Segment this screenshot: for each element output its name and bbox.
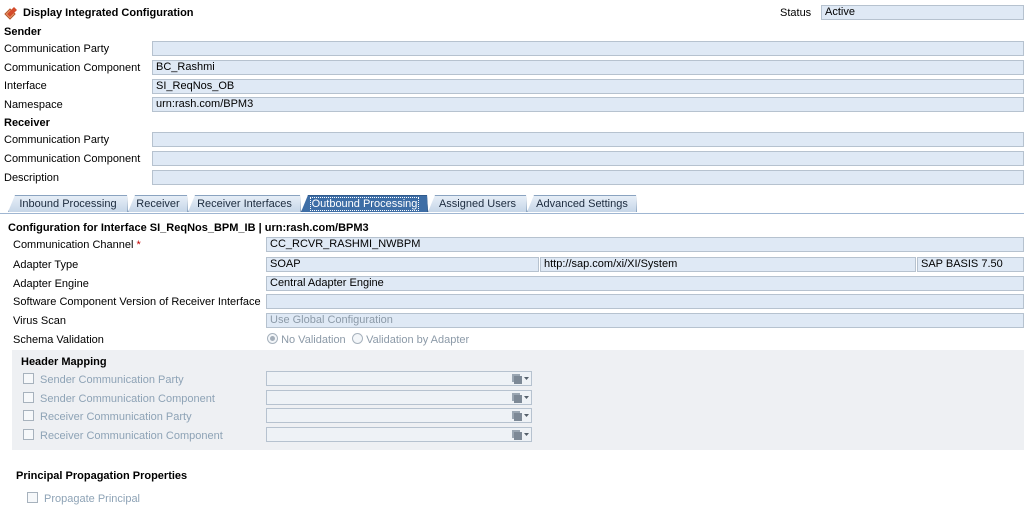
virus-scan-field[interactable]: Use Global Configuration [266,313,1024,328]
sender-component-label: Communication Component [4,62,141,74]
value-help-icon [512,430,529,440]
adapter-engine-label: Adapter Engine [13,278,89,290]
value-help-icon [512,393,529,403]
hm-receiver-party-select[interactable] [266,408,532,423]
display-pencil-icon [4,7,17,20]
swcv-label: Software Component Version of Receiver I… [13,296,261,308]
principal-propagation-title: Principal Propagation Properties [16,470,188,482]
receiver-party-field[interactable] [152,132,1024,147]
window-title: Display Integrated Configuration [4,5,194,21]
adapter-type-label: Adapter Type [13,259,79,271]
radio-unselected-icon [352,333,363,344]
hm-sender-party-select[interactable] [266,371,532,386]
value-help-icon [512,374,529,384]
header-mapping-title: Header Mapping [21,356,107,368]
adapter-swcv-field: SAP BASIS 7.50 [917,257,1024,272]
value-help-icon [512,411,529,421]
channel-label: Communication Channel * [13,239,141,251]
swcv-field[interactable] [266,294,1024,309]
tab-outbound-processing[interactable]: Outbound Processing [301,195,428,212]
checkbox-icon [23,373,34,384]
radio-validation-by-adapter[interactable]: Validation by Adapter [352,333,469,346]
config-title: Configuration for Interface SI_ReqNos_BP… [8,222,369,234]
checkbox-icon [23,429,34,440]
sender-heading: Sender [4,26,42,38]
adapter-engine-field[interactable]: Central Adapter Engine [266,276,1024,291]
tab-assigned-users[interactable]: Assigned Users [428,195,527,212]
tab-receiver[interactable]: Receiver [128,195,188,212]
virus-scan-label: Virus Scan [13,315,66,327]
sender-party-label: Communication Party [4,43,110,55]
required-marker: * [136,239,141,251]
description-label: Description [4,172,60,184]
receiver-heading: Receiver [4,117,50,129]
hm-sender-component-select[interactable] [266,390,532,405]
sender-component-field[interactable]: BC_Rashmi [152,60,1024,75]
description-field[interactable] [152,170,1024,185]
radio-selected-icon [267,333,278,344]
hm-sender-party-checkbox[interactable]: Sender Communication Party [23,373,184,386]
checkbox-icon [23,410,34,421]
adapter-namespace-field: http://sap.com/xi/XI/System [540,257,916,272]
checkbox-icon [23,392,34,403]
sender-namespace-label: Namespace [4,99,63,111]
status-label: Status [780,7,812,19]
tab-inbound-processing[interactable]: Inbound Processing [8,195,128,212]
hm-sender-component-checkbox[interactable]: Sender Communication Component [23,392,215,405]
sender-interface-field[interactable]: SI_ReqNos_OB [152,79,1024,94]
hm-receiver-party-checkbox[interactable]: Receiver Communication Party [23,410,192,423]
propagate-principal-checkbox[interactable]: Propagate Principal [27,492,140,505]
page-title: Display Integrated Configuration [23,7,194,19]
sender-namespace-field[interactable]: urn:rash.com/BPM3 [152,97,1024,112]
adapter-type-field[interactable]: SOAP [266,257,539,272]
tab-advanced-settings[interactable]: Advanced Settings [527,195,637,212]
status-field: Active [821,5,1024,20]
receiver-component-field[interactable] [152,151,1024,166]
tab-receiver-interfaces[interactable]: Receiver Interfaces [188,195,301,212]
hm-receiver-component-checkbox[interactable]: Receiver Communication Component [23,429,223,442]
hm-receiver-component-select[interactable] [266,427,532,442]
sender-party-field[interactable] [152,41,1024,56]
receiver-component-label: Communication Component [4,153,141,165]
channel-field[interactable]: CC_RCVR_RASHMI_NWBPM [266,237,1024,252]
checkbox-icon [27,492,38,503]
sender-interface-label: Interface [4,80,47,92]
receiver-party-label: Communication Party [4,134,110,146]
radio-no-validation[interactable]: No Validation [267,333,346,346]
schema-validation-label: Schema Validation [13,334,104,346]
